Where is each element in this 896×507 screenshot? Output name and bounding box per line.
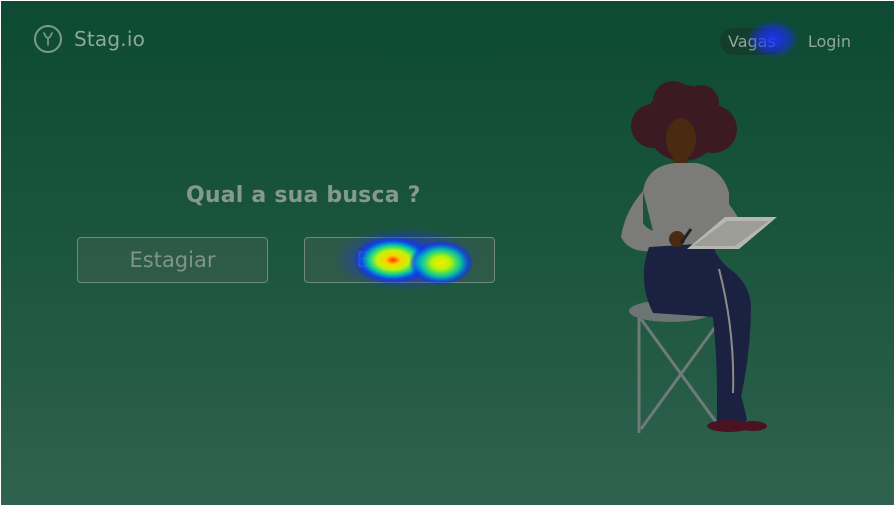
header: Stag.io Vagas Login — [1, 1, 894, 79]
woman-with-tablet-illustration — [621, 81, 777, 433]
choice-button-second[interactable]: Estagiar — [304, 237, 495, 283]
top-nav: Vagas Login — [720, 28, 859, 55]
brand-name: Stag.io — [74, 27, 146, 51]
search-question-heading: Qual a sua busca ? — [186, 183, 421, 208]
shoe-left — [739, 421, 767, 431]
deer-icon — [34, 25, 62, 53]
brand[interactable]: Stag.io — [34, 25, 145, 53]
stool — [637, 316, 723, 433]
page: Stag.io Vagas Login Qual a sua busca ? E… — [1, 1, 894, 505]
choice-button-estagiar[interactable]: Estagiar — [77, 237, 268, 283]
nav-item-login[interactable]: Login — [800, 28, 859, 55]
nav-item-vagas[interactable]: Vagas — [720, 28, 784, 55]
